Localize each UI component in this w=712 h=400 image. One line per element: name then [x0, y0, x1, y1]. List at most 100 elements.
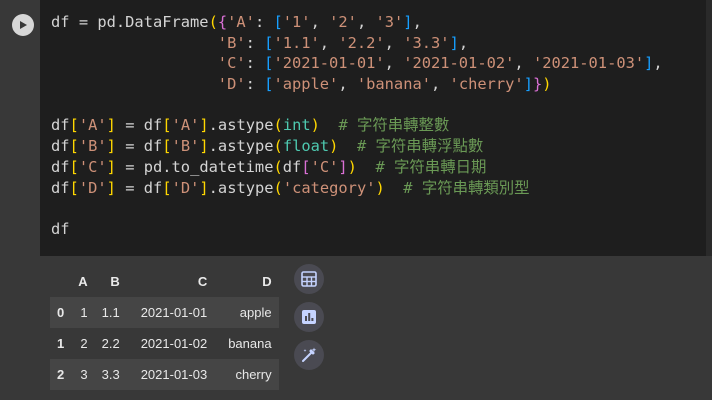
code-token: :	[245, 54, 265, 73]
code-token: :	[254, 13, 274, 31]
code-token: [	[162, 116, 172, 135]
code-line[interactable]: df['B'] = df['B'].astype(float) # 字符串轉浮點…	[51, 136, 663, 157]
code-token: ]	[106, 116, 116, 135]
code-line[interactable]: df['A'] = df['A'].astype(int) # 字符串轉整數	[51, 115, 663, 136]
code-line[interactable]: 'B': ['1.1', '2.2', '3.3'],	[51, 33, 663, 54]
code-token: '2021-01-03'	[532, 54, 645, 73]
cell-d: apple	[239, 305, 272, 320]
code-token: =	[115, 178, 144, 197]
dataframe-table: A B C D 0 1 1.1 2021-01-01 apple 1 2 2.2	[50, 266, 279, 390]
code-token: '2021-01-01'	[273, 54, 385, 73]
code-editor[interactable]: df = pd.DataFrame({'A': ['1', '2', '3'],…	[40, 0, 712, 256]
cell-c: 2021-01-03	[140, 367, 208, 382]
code-token: float	[282, 137, 330, 156]
table-row: 2 3 3.3 2021-01-03 cherry	[50, 359, 279, 390]
code-token: 'D'	[217, 75, 246, 94]
code-token: [	[69, 157, 79, 176]
code-token: 'banana'	[356, 75, 431, 94]
play-icon	[20, 21, 27, 29]
code-token: 'B'	[171, 137, 200, 156]
cell-b: 2.2	[101, 336, 120, 351]
code-line[interactable]: df = pd.DataFrame({'A': ['1', '2', '3'],	[51, 12, 663, 33]
code-token: 'A'	[78, 116, 107, 135]
code-token: '2021-01-02'	[403, 54, 515, 73]
code-token: df	[143, 178, 163, 197]
code-text[interactable]: df = pd.DataFrame({'A': ['1', '2', '3'],…	[51, 12, 663, 240]
code-token: [	[162, 178, 172, 197]
cell-c: 2021-01-01	[140, 305, 208, 320]
code-token: (	[273, 116, 283, 135]
code-token: 'D'	[78, 178, 107, 197]
cell-output: A B C D 0 1 1.1 2021-01-01 apple 1 2 2.2	[0, 256, 712, 400]
code-token: =	[115, 137, 144, 156]
code-token: ,	[310, 13, 330, 31]
code-line[interactable]: 'C': ['2021-01-01', '2021-01-02', '2021-…	[51, 53, 663, 74]
code-token: 'C'	[310, 157, 339, 176]
code-token: ,	[319, 33, 339, 52]
code-line[interactable]: df['D'] = df['D'].astype('category') # 字…	[51, 178, 663, 199]
suggest-charts-button[interactable]	[294, 302, 324, 332]
code-token: 'A'	[227, 13, 255, 31]
code-token: # 字符串轉類別型	[384, 178, 530, 197]
code-token: (	[273, 157, 283, 176]
row-index: 1	[57, 336, 65, 351]
table-row: 1 2 2.2 2021-01-02 banana	[50, 328, 279, 359]
cell-a: 1	[80, 305, 88, 320]
cell-d: banana	[228, 336, 272, 351]
code-token: =	[115, 157, 144, 176]
code-token: '2.2'	[338, 33, 385, 52]
code-token: ,	[356, 13, 376, 31]
code-line[interactable]: df['C'] = pd.to_datetime(df['C']) # 字符串轉…	[51, 157, 663, 178]
code-token: ]	[403, 13, 413, 31]
code-token: :	[245, 75, 265, 94]
code-token: '1'	[282, 13, 311, 31]
code-token: '1.1'	[273, 33, 320, 52]
code-token: [	[69, 137, 79, 156]
code-token: ,	[384, 33, 404, 52]
code-token: '3.3'	[403, 33, 450, 52]
output-toolbar	[294, 264, 328, 378]
code-token: df	[51, 178, 70, 197]
column-header-c: C	[197, 274, 208, 289]
code-token: (	[273, 137, 283, 156]
code-token: )	[347, 157, 357, 176]
cell-b: 1.1	[101, 305, 120, 320]
code-token: pd.to_datetime	[143, 157, 274, 176]
code-token: {	[217, 13, 228, 31]
code-token: # 字符串轉整數	[319, 116, 450, 135]
code-token: ,	[384, 54, 404, 73]
code-token: df	[51, 219, 70, 238]
code-token: 'C'	[217, 54, 246, 73]
code-token: )	[542, 75, 552, 94]
code-line[interactable]: df	[51, 219, 663, 240]
code-token: 'D'	[171, 178, 200, 197]
code-line[interactable]	[51, 95, 663, 116]
code-token: .astype	[208, 137, 274, 156]
code-token: 'B'	[78, 137, 107, 156]
generate-code-button[interactable]	[294, 340, 324, 370]
code-line[interactable]: 'D': ['apple', 'banana', 'cherry']})	[51, 74, 663, 95]
code-token: ]	[338, 157, 348, 176]
code-token: df	[143, 137, 163, 156]
cell-b: 3.3	[101, 367, 120, 382]
code-token: ]	[449, 33, 459, 52]
code-token: (	[273, 178, 283, 197]
convert-to-table-button[interactable]	[294, 264, 324, 294]
code-token: ,	[338, 75, 357, 94]
run-cell-button[interactable]	[12, 14, 34, 36]
code-token: =	[69, 13, 98, 31]
code-token: [	[301, 157, 311, 176]
code-token: ]	[523, 75, 533, 94]
code-line[interactable]	[51, 198, 663, 219]
code-token: df	[51, 116, 70, 135]
cell-c: 2021-01-02	[140, 336, 208, 351]
code-token: 'cherry'	[449, 75, 524, 94]
code-token: 'B'	[217, 33, 246, 52]
code-token: df	[51, 137, 70, 156]
code-token: ]	[106, 137, 116, 156]
code-token: ]	[199, 116, 209, 135]
column-header-d: D	[262, 274, 272, 289]
editor-scrollbar[interactable]	[706, 0, 712, 256]
